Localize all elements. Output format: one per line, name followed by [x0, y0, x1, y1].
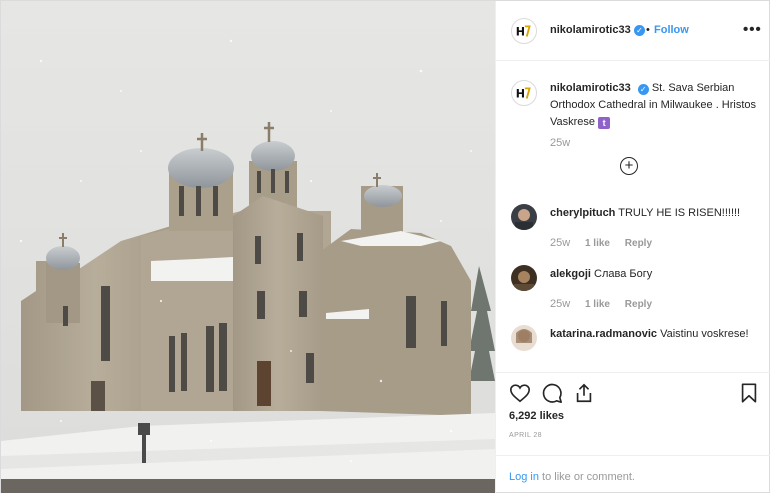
caption-text: nikolamirotic33 ✓ St. Sava Serbian Ortho…: [550, 80, 765, 131]
login-prompt-text: to like or comment.: [538, 471, 635, 483]
load-more-comments-button[interactable]: +: [620, 157, 638, 175]
separator-dot: •: [646, 24, 650, 36]
commenter-avatar[interactable]: [511, 204, 537, 230]
post-dialog: H nikolamirotic33 ✓ • Follow ••• H nikol…: [0, 0, 770, 493]
logo-avatar-icon[interactable]: H: [511, 80, 537, 106]
comment-likes[interactable]: 1 like: [585, 238, 610, 249]
svg-text:H: H: [516, 26, 525, 39]
comment-username[interactable]: alekgoji: [550, 268, 591, 280]
login-link[interactable]: Log in: [509, 471, 539, 483]
comment-bubble-icon[interactable]: [541, 382, 563, 404]
post-header: H nikolamirotic33 ✓ • Follow •••: [496, 1, 770, 61]
share-icon[interactable]: [573, 382, 595, 404]
comment-username[interactable]: cherylpituch: [550, 207, 615, 219]
post-photo[interactable]: [1, 1, 495, 493]
heart-icon[interactable]: [509, 382, 531, 404]
post-date[interactable]: APRIL 28: [509, 432, 542, 439]
comment-username[interactable]: katarina.radmanovic: [550, 328, 657, 340]
verified-badge-icon: ✓: [637, 84, 649, 95]
login-prompt: Log in to like or comment.: [509, 471, 635, 483]
comment-likes[interactable]: 1 like: [585, 299, 610, 310]
emoji-badge: t: [598, 117, 611, 129]
author-username[interactable]: nikolamirotic33: [550, 24, 631, 36]
commenter-avatar[interactable]: [511, 325, 537, 351]
comment-body: Слава Богу: [594, 268, 653, 280]
login-bar: Log in to like or comment.: [496, 455, 770, 493]
svg-text:H: H: [516, 88, 525, 101]
comments-section: H nikolamirotic33 ✓ St. Sava Serbian Ort…: [496, 62, 770, 372]
comment-text: alekgoji Слава Богу: [550, 267, 760, 282]
cathedral-image: [1, 1, 495, 493]
comment-time[interactable]: 25w: [550, 298, 570, 310]
comment-time[interactable]: 25w: [550, 237, 570, 249]
reply-button[interactable]: Reply: [625, 299, 652, 310]
likes-count[interactable]: 6,292 likes: [509, 410, 564, 422]
verified-badge-icon: ✓: [634, 25, 645, 36]
commenter-avatar[interactable]: [511, 265, 537, 291]
post-actions: 6,292 likes APRIL 28 Log in to like or c…: [496, 372, 770, 493]
comment-text: katarina.radmanovic Vaistinu voskrese!: [550, 327, 760, 342]
bookmark-icon[interactable]: [738, 382, 760, 404]
logo-avatar-icon[interactable]: H: [511, 18, 537, 44]
follow-button[interactable]: Follow: [654, 24, 689, 36]
comment-meta: 25w 1 like Reply: [550, 237, 664, 249]
caption-username[interactable]: nikolamirotic33: [550, 82, 631, 94]
comment-body: TRULY HE IS RISEN!!!!!!: [618, 207, 741, 219]
comment-body: Vaistinu voskrese!: [660, 328, 749, 340]
comment-text: cherylpituch TRULY HE IS RISEN!!!!!!: [550, 206, 760, 221]
reply-button[interactable]: Reply: [625, 238, 652, 249]
more-options-icon[interactable]: •••: [743, 21, 762, 38]
caption-time[interactable]: 25w: [550, 137, 570, 149]
post-sidebar: H nikolamirotic33 ✓ • Follow ••• H nikol…: [495, 1, 770, 493]
comment-meta: 25w 1 like Reply: [550, 298, 664, 310]
